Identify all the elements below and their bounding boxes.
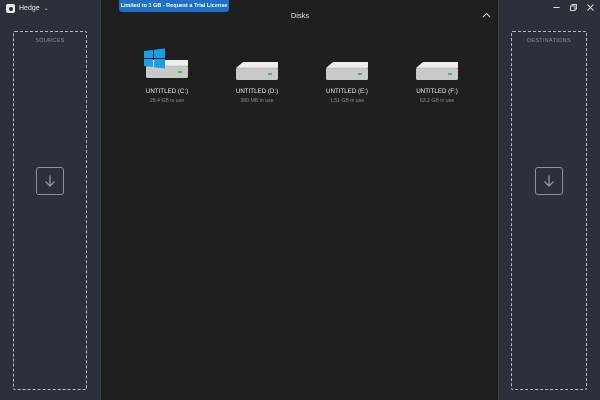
collapse-disks-button[interactable] — [480, 9, 492, 21]
disk-name: UNTITLED (C:) — [145, 88, 189, 95]
download-arrow-icon — [535, 166, 563, 195]
app-title: Hedge — [19, 5, 40, 12]
disk-usage: 63.2 GB in use — [419, 98, 455, 104]
chevron-down-icon: ⌄ — [43, 6, 49, 12]
hard-drive-icon — [322, 48, 372, 84]
download-arrow-icon — [36, 166, 64, 195]
disk-name: UNTITLED (D:) — [235, 88, 279, 95]
restore-icon — [570, 4, 577, 11]
destinations-label: DESTINATIONS — [527, 38, 571, 44]
sources-panel: Hedge ⌄ SOURCES — [0, 0, 101, 400]
chevron-up-icon — [482, 12, 490, 18]
disk-name: UNTITLED (E:) — [326, 88, 368, 95]
hedge-logo-icon — [6, 4, 15, 13]
window-controls — [553, 4, 594, 11]
close-icon — [587, 4, 594, 11]
disks-title: Disks — [290, 11, 310, 20]
disk-item[interactable]: UNTITLED (C:) 28.4 GB in use — [132, 48, 202, 104]
disk-item[interactable]: UNTITLED (F:) 63.2 GB in use — [402, 48, 472, 104]
disk-usage: 28.4 GB in use — [149, 98, 185, 104]
disk-usage: 380 MB in use — [240, 98, 274, 104]
disk-item[interactable]: UNTITLED (D:) 380 MB in use — [222, 48, 292, 104]
hard-drive-icon — [412, 48, 462, 84]
app-menu[interactable]: Hedge ⌄ — [6, 4, 49, 13]
disk-item[interactable]: UNTITLED (E:) 1.51 GB in use — [312, 48, 382, 104]
disk-name: UNTITLED (F:) — [416, 88, 458, 95]
disk-usage: 1.51 GB in use — [329, 98, 365, 104]
destinations-drop-zone[interactable]: DESTINATIONS — [511, 31, 587, 390]
sources-drop-zone[interactable]: SOURCES — [13, 31, 87, 390]
close-button[interactable] — [587, 4, 594, 11]
restore-button[interactable] — [570, 4, 577, 11]
minimize-button[interactable] — [553, 4, 560, 11]
sources-label: SOURCES — [35, 38, 65, 44]
destinations-panel: DESTINATIONS — [498, 0, 600, 400]
hard-drive-icon — [232, 48, 282, 84]
minimize-icon — [553, 7, 560, 8]
windows-drive-icon — [142, 48, 192, 84]
